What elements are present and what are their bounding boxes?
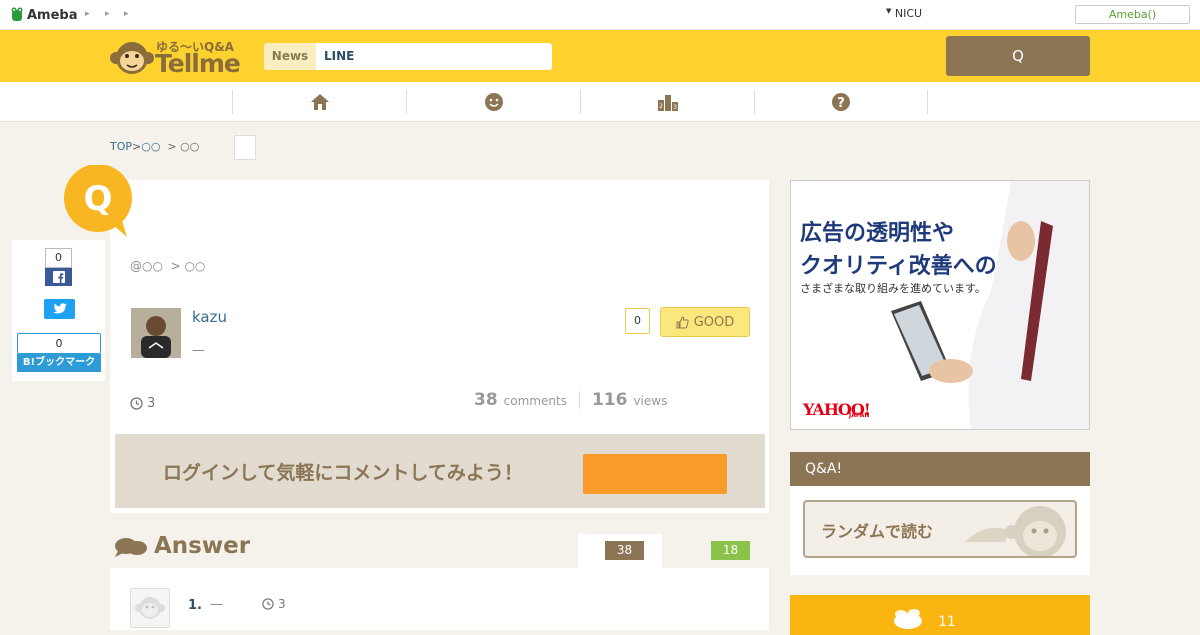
qa-box-title: Q&A! <box>790 452 1090 486</box>
tellme-logo[interactable]: ゆる〜いQ&A Tellme <box>110 38 245 78</box>
main-nav: 23 ? <box>0 82 1200 122</box>
notice-link[interactable]: ▼ NICU <box>886 7 922 20</box>
breadcrumb-separator: > <box>132 140 142 153</box>
ameba-brand-text: Ameba <box>27 7 78 23</box>
yahoo-japan-sub: JAPAN <box>849 412 870 419</box>
ad-headline-2: クオリティ改善への <box>800 254 997 279</box>
good-label: GOOD <box>693 314 735 330</box>
stats-divider <box>578 391 580 409</box>
notice-text: NICU <box>894 7 923 20</box>
news-search-box[interactable]: News LINE <box>264 43 552 70</box>
answer-list <box>110 568 769 630</box>
user-avatar[interactable] <box>131 308 181 358</box>
q-speech-bubble-icon: Q <box>64 165 132 237</box>
twitter-share-button[interactable] <box>44 299 75 319</box>
user-subtitle: — <box>192 343 205 358</box>
facebook-share-button[interactable] <box>45 268 72 286</box>
ameba-login-button[interactable]: Ameba() <box>1075 5 1190 24</box>
smile-icon <box>484 93 503 111</box>
question-stats: 38 comments 116 views <box>474 390 667 410</box>
hatena-bookmark-button[interactable]: B!ブックマーク <box>17 354 101 372</box>
thumbs-up-icon <box>676 315 689 328</box>
bee-icon <box>894 609 922 629</box>
username[interactable]: kazu <box>192 308 227 326</box>
login-button[interactable] <box>583 454 727 494</box>
breadcrumb: TOP > ○○ > ○○ <box>110 140 199 153</box>
nav-help[interactable]: ? <box>754 90 928 114</box>
sidebar-ad[interactable]: 広告の透明性や クオリティ改善への さまざまな取り組みを進めています。 YAHO… <box>790 180 1090 430</box>
views-label: views <box>633 394 668 408</box>
time-ago: 3 <box>147 396 156 411</box>
answer-number: 1. <box>188 598 202 613</box>
question-time: 3 <box>130 396 155 411</box>
arrow-right-icon[interactable]: ▸ <box>105 9 110 19</box>
qa-sidebar-box: Q&A! ランダムで読む <box>790 452 1090 575</box>
answer-time: 3 <box>262 597 286 611</box>
facebook-icon <box>52 271 65 283</box>
avatar-photo <box>131 308 181 358</box>
clock-icon <box>130 397 143 410</box>
ad-description: さまざまな取り組みを進めています。 <box>800 282 986 295</box>
news-tab[interactable]: News <box>264 43 316 70</box>
ask-question-button[interactable]: Q <box>946 36 1090 76</box>
ad-headline-1: 広告の透明性や <box>800 221 955 246</box>
comments-count: 38 <box>474 390 498 410</box>
facebook-share-count: 0 <box>45 248 72 268</box>
answer-title: Answer <box>154 533 251 559</box>
random-read-label: ランダムで読む <box>821 522 934 541</box>
good-count: 0 <box>625 308 650 334</box>
hatena-bookmark-count: 0 <box>17 333 101 354</box>
ameba-top-bar: Ameba ▸ ▸ ▸ ▼ NICU Ameba() <box>0 0 1200 30</box>
breadcrumb-category[interactable]: ○○ <box>141 140 160 153</box>
breadcrumb-extra-box <box>234 135 256 160</box>
svg-text:2: 2 <box>659 103 663 110</box>
question-icon: ? <box>832 93 850 111</box>
breadcrumb-separator: > <box>160 140 181 153</box>
login-prompt-banner: ログインして気軽にコメントしてみよう！ <box>115 434 765 508</box>
line-tab[interactable]: LINE <box>324 43 354 70</box>
home-icon <box>310 94 329 110</box>
speech-bubbles-icon <box>115 538 147 557</box>
asker-prefix[interactable]: @○○ <box>130 259 163 273</box>
twitter-icon <box>52 303 67 314</box>
ameba-frog-icon <box>11 7 23 21</box>
monkey-rocket-icon <box>965 506 1066 556</box>
monkey-logo-icon <box>110 42 154 74</box>
answer-count-badge[interactable]: 38 <box>605 541 644 560</box>
comments-label: comments <box>503 394 567 408</box>
nav-feeling[interactable] <box>406 90 580 114</box>
q-badge-letter: Q <box>84 179 113 219</box>
nav-ranking[interactable]: 23 <box>580 90 754 114</box>
svg-text:?: ? <box>837 96 845 111</box>
views-count: 116 <box>591 390 628 410</box>
triangle-down-icon: ▼ <box>886 7 892 15</box>
breadcrumb-top[interactable]: TOP <box>110 140 132 153</box>
clock-icon <box>262 598 274 610</box>
svg-text:3: 3 <box>673 104 677 111</box>
answer-time-ago: 3 <box>278 597 286 611</box>
answer-heading: Answer <box>114 533 250 559</box>
answer-avatar[interactable] <box>130 588 170 628</box>
good-button[interactable]: GOOD <box>660 307 750 337</box>
arrow-right-icon[interactable]: ▸ <box>124 9 129 19</box>
promo-count: 11 <box>938 614 956 630</box>
monkey-placeholder-icon <box>135 597 165 619</box>
ameba-logo[interactable]: Ameba <box>10 7 78 23</box>
promo-box[interactable]: 11 <box>790 595 1090 635</box>
nav-home[interactable] <box>232 90 406 114</box>
logo-title: Tellme <box>155 49 241 78</box>
random-read-button[interactable]: ランダムで読む <box>803 500 1077 558</box>
arrow-right-icon[interactable]: ▸ <box>85 9 90 19</box>
asker-category[interactable]: > ○○ <box>163 259 206 273</box>
question-meta: @○○ > ○○ <box>130 259 205 273</box>
login-prompt-text: ログインして気軽にコメントしてみよう！ <box>163 462 523 484</box>
breadcrumb-current: ○○ <box>180 140 200 153</box>
answer-other-count-badge[interactable]: 18 <box>711 541 750 560</box>
ranking-icon: 23 <box>657 95 678 111</box>
answer-username[interactable]: — <box>210 597 223 612</box>
